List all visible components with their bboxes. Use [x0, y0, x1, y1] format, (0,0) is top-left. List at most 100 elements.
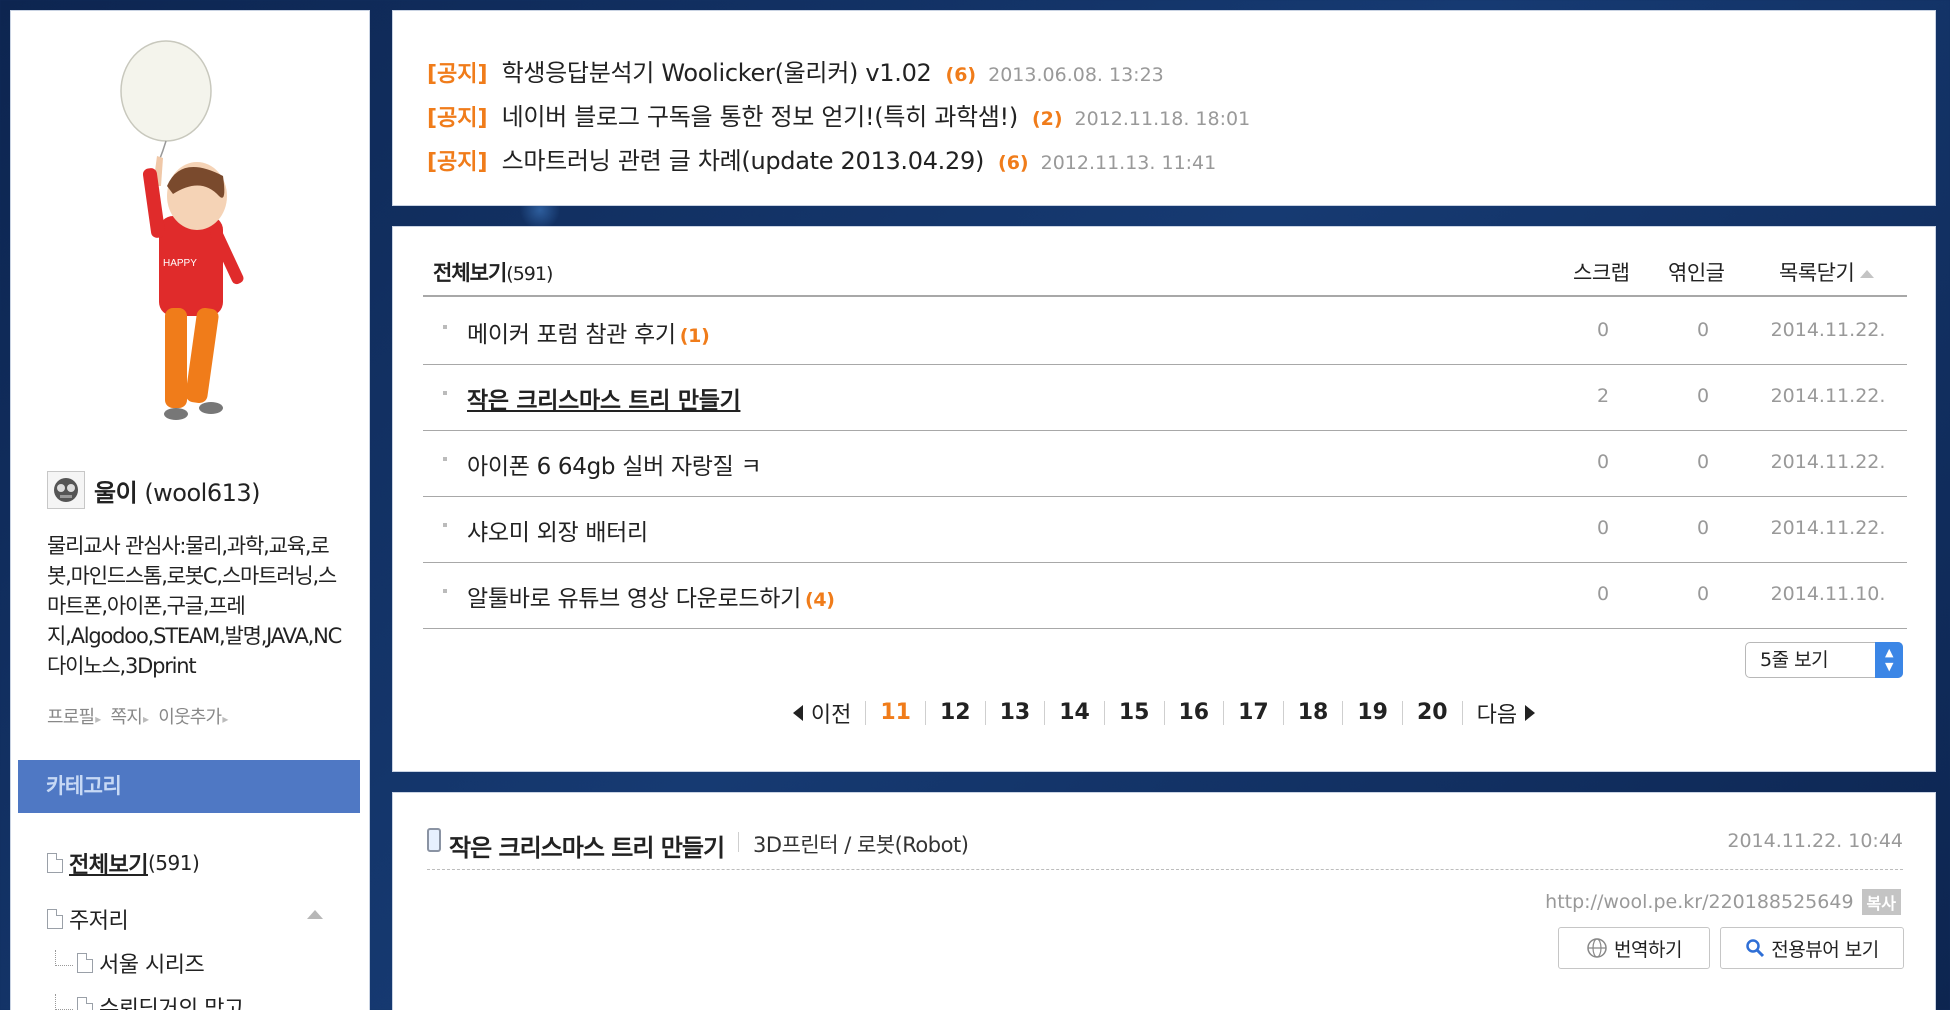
- row-reply-count: 0: [1696, 319, 1710, 341]
- document-icon: [77, 953, 93, 973]
- close-list-label: 목록닫기: [1779, 261, 1855, 285]
- post-box: 작은 크리스마스 트리 만들기 3D프린터 / 로봇(Robot) 2014.1…: [392, 792, 1936, 1010]
- copy-url-button[interactable]: 복사: [1861, 889, 1901, 915]
- post-list-title-label: 전체보기: [433, 261, 507, 285]
- chevron-updown-icon: ▲ ▼: [1875, 642, 1903, 678]
- notice-comment-count[interactable]: (6): [946, 64, 977, 86]
- post-list-count: (591): [506, 263, 553, 285]
- post-url[interactable]: http://wool.pe.kr/220188525649: [1545, 891, 1853, 913]
- category-item-schrodinger[interactable]: 슈뢰딩거의 망고: [55, 991, 244, 1010]
- row-title[interactable]: 메이커 포럼 참관 후기: [467, 322, 676, 348]
- notice-title[interactable]: 학생응답분석기 Woolicker(울리커) v1.02: [502, 53, 932, 88]
- profile-link-label: 프로필: [47, 707, 95, 728]
- post-title-row: 작은 크리스마스 트리 만들기 3D프린터 / 로봇(Robot) 2014.1…: [427, 828, 1903, 870]
- notice-box: [공지] 학생응답분석기 Woolicker(울리커) v1.02 (6) 20…: [392, 10, 1936, 206]
- row-reply-count: 0: [1696, 451, 1710, 473]
- page-link-current[interactable]: 11: [865, 701, 925, 725]
- chevron-right-icon: ▸: [222, 712, 228, 726]
- document-icon: [77, 997, 93, 1010]
- notice-comment-count[interactable]: (2): [1032, 108, 1063, 130]
- divider: [738, 832, 740, 852]
- prev-page-button[interactable]: 이전: [779, 697, 865, 729]
- post-list-box: 전체보기(591) 스크랩 엮인글 목록닫기 메이커 포럼 참관 후기 (1) 0…: [392, 226, 1936, 772]
- table-row[interactable]: 아이폰 6 64gb 실버 자랑질 ㅋ 0 0 2014.11.22.: [423, 431, 1907, 497]
- bullet-icon: [443, 589, 447, 593]
- table-row[interactable]: 메이커 포럼 참관 후기 (1) 0 0 2014.11.22.: [423, 299, 1907, 365]
- post-url-row: http://wool.pe.kr/220188525649 복사: [1545, 889, 1901, 915]
- next-page-button[interactable]: 다음: [1463, 697, 1549, 729]
- row-date: 2014.11.22.: [1770, 517, 1886, 539]
- bullet-icon: [443, 391, 447, 395]
- row-date: 2014.11.22.: [1770, 385, 1886, 407]
- notice-comment-count[interactable]: (6): [998, 152, 1029, 174]
- robot-avatar-icon: [54, 478, 78, 502]
- notice-date: 2012.11.18. 18:01: [1074, 108, 1251, 130]
- bullet-icon: [443, 523, 447, 527]
- profile-name-row: 울이 (wool613): [47, 471, 261, 509]
- row-title[interactable]: 작은 크리스마스 트리 만들기: [467, 388, 741, 414]
- notice-date: 2012.11.13. 11:41: [1040, 152, 1217, 174]
- post-date: 2014.11.22. 10:44: [1727, 830, 1903, 852]
- category-item-mutter[interactable]: 주저리: [47, 903, 129, 935]
- notice-tag: [공지]: [427, 62, 488, 87]
- row-comment-count[interactable]: (1): [680, 325, 710, 347]
- notice-row[interactable]: [공지] 학생응답분석기 Woolicker(울리커) v1.02 (6) 20…: [427, 53, 1164, 88]
- row-reply-count: 0: [1696, 583, 1710, 605]
- tree-line: [55, 950, 73, 966]
- globe-icon: [1587, 938, 1607, 958]
- category-all-count: (591): [147, 851, 200, 875]
- bullet-icon: [443, 325, 447, 329]
- row-title[interactable]: 샤오미 외장 배터리: [467, 520, 648, 546]
- avatar[interactable]: [47, 471, 85, 509]
- page-link[interactable]: 16: [1163, 701, 1224, 725]
- rows-per-page-select[interactable]: 5줄 보기 ▲ ▼: [1745, 642, 1903, 678]
- chevron-right-icon: ▸: [143, 712, 149, 726]
- notice-title[interactable]: 스마트러닝 관련 글 차례(update 2013.04.29): [502, 141, 985, 176]
- translate-label: 번역하기: [1614, 938, 1682, 961]
- table-row[interactable]: 알툴바로 유튜브 영상 다운로드하기 (4) 0 0 2014.11.10.: [423, 563, 1907, 629]
- collapse-arrow-icon[interactable]: [307, 910, 323, 919]
- next-page-label: 다음: [1476, 703, 1518, 728]
- dedicated-viewer-button[interactable]: 전용뷰어 보기: [1720, 927, 1904, 969]
- row-title[interactable]: 아이폰 6 64gb 실버 자랑질 ㅋ: [467, 454, 762, 480]
- page-link[interactable]: 20: [1402, 701, 1463, 725]
- page-link[interactable]: 12: [925, 701, 985, 725]
- page-link[interactable]: 18: [1282, 701, 1343, 725]
- profile-illustration: HAPPY: [120, 40, 244, 420]
- category-item-seoul[interactable]: 서울 시리즈: [55, 947, 205, 979]
- row-scrap-count: 2: [1596, 385, 1610, 407]
- post-list-header: 전체보기(591) 스크랩 엮인글 목록닫기: [423, 257, 1907, 297]
- table-row[interactable]: 작은 크리스마스 트리 만들기 2 0 2014.11.22.: [423, 365, 1907, 431]
- table-row[interactable]: 샤오미 외장 배터리 0 0 2014.11.22.: [423, 497, 1907, 563]
- notice-row[interactable]: [공지] 스마트러닝 관련 글 차례(update 2013.04.29) (6…: [427, 141, 1216, 176]
- row-title[interactable]: 알툴바로 유튜브 영상 다운로드하기: [467, 586, 801, 612]
- profile-links: 프로필▸ 쪽지▸ 이웃추가▸: [47, 703, 228, 729]
- message-link[interactable]: 쪽지▸: [111, 703, 150, 729]
- row-scrap-count: 0: [1596, 517, 1610, 539]
- post-category-link[interactable]: 3D프린터 / 로봇(Robot): [753, 829, 969, 859]
- triangle-left-icon: [792, 705, 803, 721]
- notice-row[interactable]: [공지] 네이버 블로그 구독을 통한 정보 얻기!(특히 과학샘!) (2) …: [427, 97, 1250, 132]
- profile-intro: 물리교사 관심사:물리,과학,교육,로봇,마인드스톰,로봇C,스마트러닝,스마트…: [47, 534, 342, 678]
- category-item-label: 서울 시리즈: [99, 953, 205, 978]
- row-scrap-count: 0: [1596, 583, 1610, 605]
- category-item-all[interactable]: 전체보기 (591): [47, 847, 200, 879]
- page-link[interactable]: 19: [1342, 701, 1402, 725]
- row-date: 2014.11.10.: [1770, 583, 1886, 605]
- document-icon: [47, 909, 63, 929]
- page-link[interactable]: 15: [1103, 701, 1164, 725]
- translate-button[interactable]: 번역하기: [1558, 927, 1710, 969]
- page-link[interactable]: 14: [1044, 701, 1104, 725]
- page-link[interactable]: 13: [984, 701, 1045, 725]
- svg-text:HAPPY: HAPPY: [163, 258, 197, 269]
- notice-title[interactable]: 네이버 블로그 구독을 통한 정보 얻기!(특히 과학샘!): [502, 97, 1019, 132]
- close-list-button[interactable]: 목록닫기: [1779, 257, 1875, 287]
- row-comment-count[interactable]: (4): [805, 589, 835, 611]
- column-header-scrap: 스크랩: [1573, 261, 1630, 285]
- profile-link[interactable]: 프로필▸: [47, 703, 101, 729]
- triangle-right-icon: [1525, 705, 1536, 721]
- add-neighbor-link[interactable]: 이웃추가▸: [158, 703, 228, 729]
- profile-id: (wool613): [144, 478, 261, 507]
- page-link[interactable]: 17: [1223, 701, 1283, 725]
- row-scrap-count: 0: [1596, 451, 1610, 473]
